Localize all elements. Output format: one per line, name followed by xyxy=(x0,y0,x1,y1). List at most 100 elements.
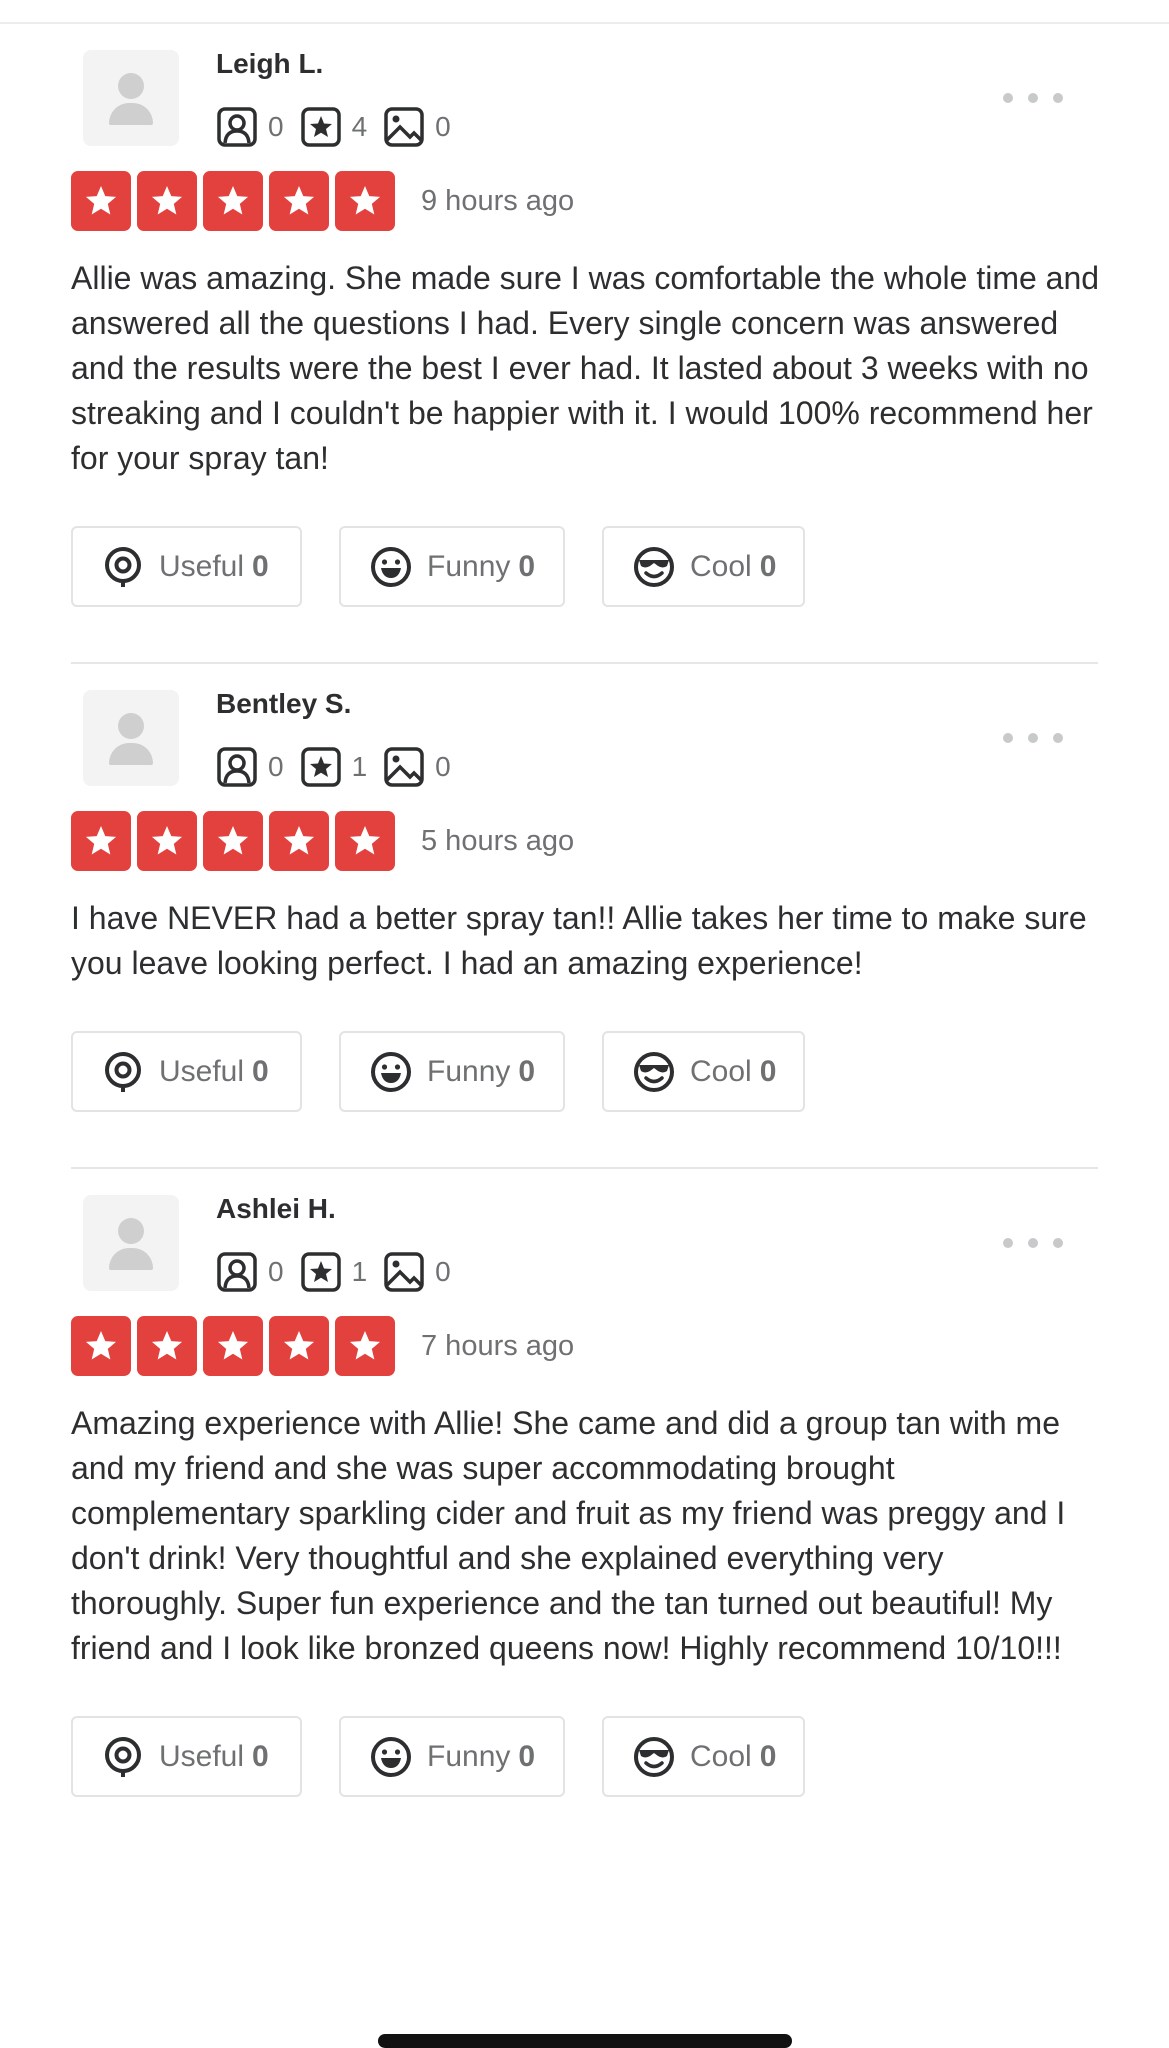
star-icon xyxy=(71,1316,131,1376)
review-text: Amazing experience with Allie! She came … xyxy=(71,1405,1066,1666)
cool-icon xyxy=(634,546,674,587)
useful-button[interactable]: Useful 0 xyxy=(71,1716,302,1797)
review-time: 7 hours ago xyxy=(421,1329,575,1362)
useful-icon xyxy=(105,1736,141,1777)
user-stats: 0 1 0 xyxy=(216,746,467,788)
review-time: 9 hours ago xyxy=(421,184,575,217)
friends-stat: 0 xyxy=(216,746,284,788)
more-options-icon[interactable] xyxy=(1003,1231,1063,1255)
reviews-count: 4 xyxy=(351,111,368,142)
funny-label: Funny xyxy=(427,549,511,583)
funny-button[interactable]: Funny 0 xyxy=(339,526,565,607)
cool-label: Cool xyxy=(690,1054,752,1088)
funny-count: 0 xyxy=(518,1054,536,1088)
cool-label: Cool xyxy=(690,1739,752,1773)
friends-stat: 0 xyxy=(216,1251,284,1293)
funny-count: 0 xyxy=(518,1739,536,1773)
star-icon xyxy=(137,171,197,231)
funny-label: Funny xyxy=(427,1739,511,1773)
photos-icon xyxy=(384,747,424,787)
cool-label: Cool xyxy=(690,549,752,583)
useful-label: Useful xyxy=(159,549,245,583)
photos-count: 0 xyxy=(435,751,451,782)
useful-label: Useful xyxy=(159,1054,245,1088)
review-user-row: Ashlei H. 0 1 0 xyxy=(71,1169,1098,1310)
reaction-buttons: Useful 0 Funny 0 Cool 0 xyxy=(71,1031,1098,1167)
useful-icon xyxy=(105,1051,141,1092)
review-user-row: Bentley S. 0 1 0 xyxy=(71,664,1098,805)
rating-row: 9 hours ago xyxy=(71,168,1098,234)
friends-icon xyxy=(217,747,257,787)
photos-icon xyxy=(384,107,424,147)
rating-row: 5 hours ago xyxy=(71,808,1098,874)
reviews-stat: 1 xyxy=(300,746,368,788)
useful-icon xyxy=(105,546,141,587)
useful-label: Useful xyxy=(159,1739,245,1773)
funny-icon xyxy=(371,1051,411,1092)
star-icon xyxy=(335,1316,395,1376)
user-avatar[interactable] xyxy=(83,1195,179,1291)
top-divider xyxy=(0,0,1169,24)
friends-stat: 0 xyxy=(216,106,284,148)
funny-button[interactable]: Funny 0 xyxy=(339,1031,565,1112)
funny-icon xyxy=(371,546,411,587)
photos-count: 0 xyxy=(435,111,451,142)
useful-button[interactable]: Useful 0 xyxy=(71,1031,302,1112)
photos-stat: 0 xyxy=(383,746,451,788)
cool-icon xyxy=(634,1736,674,1777)
review-feed: Leigh L. 0 4 0 9 hours ago Allie was ama… xyxy=(71,24,1100,1797)
useful-count: 0 xyxy=(252,549,269,583)
review-card: Ashlei H. 0 1 0 7 hours ago Amazing expe… xyxy=(71,1167,1098,1797)
star-icon xyxy=(137,811,197,871)
review-user-row: Leigh L. 0 4 0 xyxy=(71,24,1098,165)
reviews-star-icon xyxy=(300,1252,341,1292)
avatar-placeholder-icon xyxy=(118,73,144,99)
star-icon xyxy=(335,171,395,231)
avatar-placeholder-icon xyxy=(118,713,144,739)
cool-button[interactable]: Cool 0 xyxy=(602,526,805,607)
avatar-placeholder-body xyxy=(109,103,153,125)
reviews-stat: 1 xyxy=(300,1251,368,1293)
user-name[interactable]: Bentley S. xyxy=(216,688,351,720)
cool-button[interactable]: Cool 0 xyxy=(602,1716,805,1797)
friends-count: 0 xyxy=(268,751,284,782)
more-options-icon[interactable] xyxy=(1003,726,1063,750)
review-text: Allie was amazing. She made sure I was c… xyxy=(71,260,1100,476)
cool-button[interactable]: Cool 0 xyxy=(602,1031,805,1112)
friends-count: 0 xyxy=(268,1256,284,1287)
user-name[interactable]: Ashlei H. xyxy=(216,1193,336,1225)
funny-button[interactable]: Funny 0 xyxy=(339,1716,565,1797)
reviews-count: 1 xyxy=(351,751,368,782)
avatar-placeholder-body xyxy=(109,743,153,765)
star-icon xyxy=(203,811,263,871)
star-icon xyxy=(203,171,263,231)
reviews-stat: 4 xyxy=(300,106,368,148)
useful-count: 0 xyxy=(252,1739,269,1773)
reviews-count: 1 xyxy=(351,1256,368,1287)
photos-icon xyxy=(384,1252,424,1292)
useful-count: 0 xyxy=(252,1054,269,1088)
user-name[interactable]: Leigh L. xyxy=(216,48,323,80)
user-stats: 0 4 0 xyxy=(216,106,467,148)
useful-button[interactable]: Useful 0 xyxy=(71,526,302,607)
user-stats: 0 1 0 xyxy=(216,1251,467,1293)
star-icon xyxy=(269,171,329,231)
star-icon xyxy=(203,1316,263,1376)
home-indicator[interactable] xyxy=(378,2034,792,2048)
star-icon xyxy=(335,811,395,871)
star-icon xyxy=(71,811,131,871)
more-options-icon[interactable] xyxy=(1003,86,1063,110)
star-icon xyxy=(269,811,329,871)
user-avatar[interactable] xyxy=(83,690,179,786)
star-icon xyxy=(137,1316,197,1376)
funny-icon xyxy=(371,1736,411,1777)
photos-stat: 0 xyxy=(383,106,451,148)
cool-icon xyxy=(634,1051,674,1092)
reviews-star-icon xyxy=(300,747,341,787)
friends-icon xyxy=(217,107,257,147)
user-avatar[interactable] xyxy=(83,50,179,146)
reaction-buttons: Useful 0 Funny 0 Cool 0 xyxy=(71,1716,1098,1797)
star-rating xyxy=(71,1316,401,1376)
funny-count: 0 xyxy=(518,549,536,583)
friends-count: 0 xyxy=(268,111,284,142)
